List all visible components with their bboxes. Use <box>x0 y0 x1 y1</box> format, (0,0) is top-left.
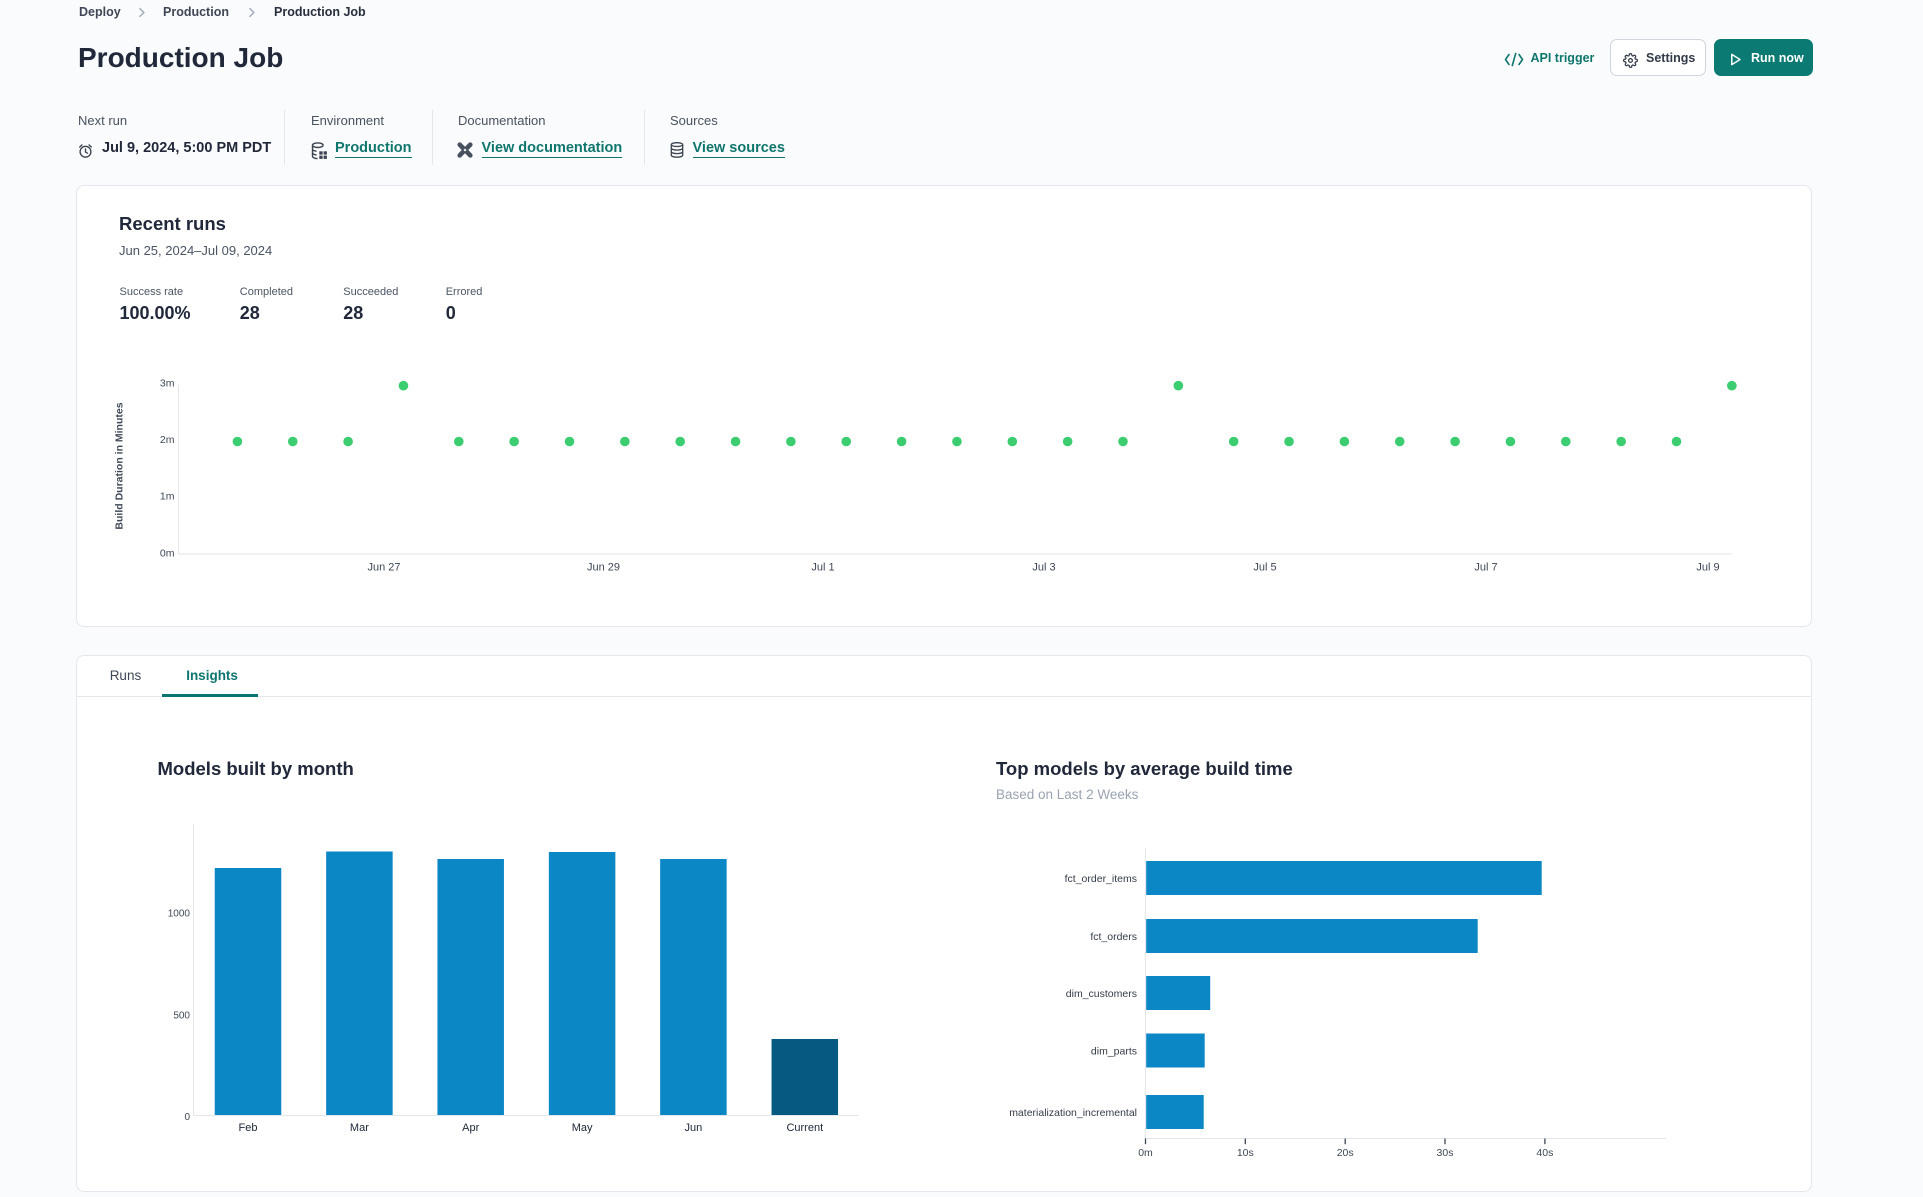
svg-text:0m: 0m <box>160 547 175 559</box>
svg-text:500: 500 <box>173 1011 190 1022</box>
svg-text:dim_parts: dim_parts <box>1091 1046 1137 1058</box>
svg-text:fct_order_items: fct_order_items <box>1065 873 1137 885</box>
svg-text:materialization_incremental: materialization_incremental <box>1009 1107 1137 1119</box>
svg-text:Jul 3: Jul 3 <box>1032 562 1055 574</box>
svg-text:40s: 40s <box>1536 1147 1553 1159</box>
svg-text:May: May <box>572 1122 593 1134</box>
svg-text:Jul 1: Jul 1 <box>811 562 834 574</box>
svg-text:Jul 7: Jul 7 <box>1474 562 1497 574</box>
svg-text:Jun: Jun <box>685 1122 703 1134</box>
svg-text:fct_orders: fct_orders <box>1090 931 1137 943</box>
svg-text:20s: 20s <box>1337 1147 1354 1159</box>
svg-text:Feb: Feb <box>239 1122 258 1134</box>
svg-text:Jun 29: Jun 29 <box>587 562 620 574</box>
svg-text:10s: 10s <box>1237 1147 1254 1159</box>
svg-text:Jul 5: Jul 5 <box>1253 562 1276 574</box>
svg-text:1m: 1m <box>160 491 175 503</box>
svg-text:Current: Current <box>786 1122 823 1134</box>
svg-text:0m: 0m <box>1138 1147 1153 1159</box>
svg-text:Build Duration in Minutes: Build Duration in Minutes <box>114 402 126 529</box>
svg-text:30s: 30s <box>1437 1147 1454 1159</box>
svg-text:Jun 27: Jun 27 <box>367 562 400 574</box>
svg-text:2m: 2m <box>160 434 175 446</box>
svg-text:Jul 9: Jul 9 <box>1696 562 1719 574</box>
svg-text:0: 0 <box>184 1112 190 1123</box>
svg-text:1000: 1000 <box>168 909 191 920</box>
svg-text:3m: 3m <box>160 377 175 389</box>
svg-text:Apr: Apr <box>462 1122 479 1134</box>
svg-text:dim_customers: dim_customers <box>1066 988 1137 1000</box>
svg-text:Mar: Mar <box>350 1122 369 1134</box>
